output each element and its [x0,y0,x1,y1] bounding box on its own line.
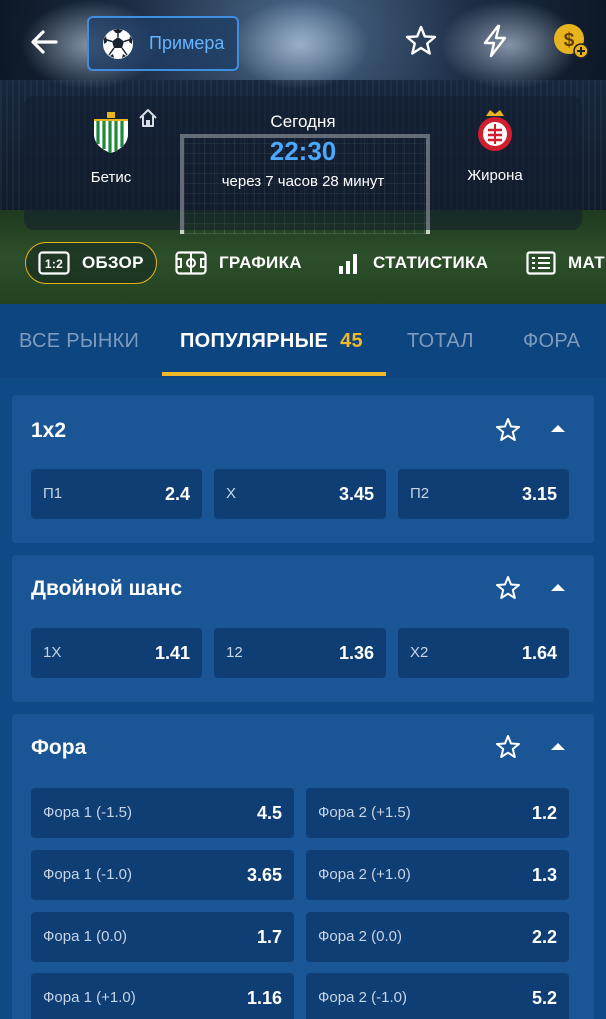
odd-cell[interactable]: 1X 1.41 [31,628,202,678]
odd-cell[interactable]: Фора 1 (-1.5) 4.5 [31,788,294,838]
odd-value: 2.4 [164,484,190,504]
match-subnav: 1:2 ОБЗОР ГРАФИКА СТАТИСТИКА МАТ [0,238,606,288]
collapse-caret-icon[interactable] [549,422,567,434]
top-bar: Примера $ [0,0,606,84]
away-team-name: Жирона [467,167,523,184]
odd-value: 3.45 [338,484,374,504]
subnav-overview-label: ОБЗОР [82,253,144,272]
match-info: Сегодня 22:30 через 7 часов 28 минут [180,112,426,190]
odd-value: 1.3 [531,865,557,885]
match-time: 22:30 [269,136,337,166]
market-double-chance: Двойной шанс 1X 1.41 12 1.36 X2 1.64 [12,555,594,702]
tab-popular[interactable]: ПОПУЛЯРНЫЕ 45 [180,304,363,378]
odd-label: Фора 1 (-1.0) [43,866,132,883]
tab-count-badge: 45 [340,329,363,352]
active-tab-indicator [162,372,386,376]
market-title: Фора [31,736,87,759]
market-title: 1x2 [31,419,67,442]
favorite-star-icon[interactable] [404,24,438,58]
svg-text:1:2: 1:2 [45,257,63,271]
odd-label: 12 [226,644,243,661]
svg-text:$: $ [564,30,575,51]
match-day: Сегодня [270,112,336,131]
subnav-statistics-label: СТАТИСТИКА [373,253,489,272]
odd-label: Фора 1 (+1.0) [43,989,136,1006]
star-icon[interactable] [495,734,521,760]
subnav-graphics-label: ГРАФИКА [219,253,302,272]
odd-label: X [226,485,237,502]
odd-cell[interactable]: Фора 1 (-1.0) 3.65 [31,850,294,900]
score-1-2-icon: 1:2 [38,251,70,275]
tab-label: ФОРА [523,329,581,352]
market-tabs: ВСЕ РЫНКИ ПОПУЛЯРНЫЕ 45 ТОТАЛ ФОРА [0,304,606,378]
odd-value: 4.5 [256,803,282,823]
odd-label: П2 [410,485,430,502]
market-1x2: 1x2 П1 2.4 X 3.45 П2 3.15 [12,395,594,543]
match-countdown: через 7 часов 28 минут [221,173,385,190]
odd-label: X2 [410,644,429,661]
subnav-matches-label: МАТ [568,253,605,272]
soccer-ball-icon [103,28,133,59]
coin-plus-icon[interactable]: $ [552,22,590,60]
field-icon [175,251,207,275]
tab-total[interactable]: ТОТАЛ [407,304,474,378]
odd-cell[interactable]: П2 3.15 [398,469,569,519]
odd-value: 1.2 [531,803,557,823]
subnav-graphics[interactable]: ГРАФИКА [175,242,302,284]
away-team[interactable]: Жирона [435,108,555,184]
odd-value: 5.2 [531,988,557,1008]
odd-cell[interactable]: 12 1.36 [214,628,386,678]
star-icon[interactable] [495,417,521,443]
odd-label: Фора 1 (0.0) [43,928,127,945]
home-icon [139,109,157,127]
odd-cell[interactable]: П1 2.4 [31,469,202,519]
league-button[interactable]: Примера [87,16,239,71]
odd-cell[interactable]: X2 1.64 [398,628,569,678]
subnav-statistics[interactable]: СТАТИСТИКА [337,242,488,284]
back-arrow-icon[interactable] [26,24,62,60]
odd-label: Фора 2 (+1.5) [318,804,411,821]
star-icon[interactable] [495,575,521,601]
subnav-matches[interactable]: МАТ [526,242,605,284]
market-handicap: Фора Фора 1 (-1.5) 4.5 Фора 2 (+1.5) 1.2… [12,714,594,1019]
market-title: Двойной шанс [31,577,183,600]
bar-chart-icon [339,254,357,274]
odd-cell[interactable]: Фора 1 (0.0) 1.7 [31,912,294,962]
betis-crest-icon [94,112,128,153]
odd-label: Фора 1 (-1.5) [43,804,132,821]
odd-value: 2.2 [531,927,557,947]
odd-value: 1.36 [338,643,374,663]
list-icon [526,251,556,275]
odd-cell[interactable]: Фора 2 (-1.0) 5.2 [306,973,569,1019]
odd-cell[interactable]: Фора 2 (0.0) 2.2 [306,912,569,962]
odd-value: 1.16 [246,988,282,1008]
lightning-icon[interactable] [478,24,512,58]
odd-value: 1.7 [256,927,282,947]
girona-crest-icon [478,110,512,151]
odd-value: 1.64 [521,643,557,663]
collapse-caret-icon[interactable] [549,740,567,752]
odd-cell[interactable]: X 3.45 [214,469,386,519]
odd-value: 3.65 [246,865,282,885]
match-hero: Примера $ Бетис Сегодня 22:30 через 7 ча… [0,0,606,304]
odd-cell[interactable]: Фора 2 (+1.0) 1.3 [306,850,569,900]
odd-cell[interactable]: Фора 1 (+1.0) 1.16 [31,973,294,1019]
tab-label: ТОТАЛ [407,329,474,352]
tab-all-markets[interactable]: ВСЕ РЫНКИ [19,304,139,378]
odd-label: Фора 2 (+1.0) [318,866,411,883]
odd-value: 1.41 [154,643,190,663]
odd-label: Фора 2 (-1.0) [318,989,407,1006]
tab-label: ПОПУЛЯРНЫЕ [180,329,329,352]
subnav-overview[interactable]: 1:2 ОБЗОР [25,242,157,284]
odd-label: Фора 2 (0.0) [318,928,402,945]
odd-label: П1 [43,485,63,502]
odd-value: 3.15 [521,484,557,504]
odd-label: 1X [43,644,62,661]
league-label: Примера [149,33,225,53]
collapse-caret-icon[interactable] [549,581,567,593]
home-team-name: Бетис [90,169,132,186]
tab-label: ВСЕ РЫНКИ [19,329,140,352]
tab-handicap[interactable]: ФОРА [523,304,580,378]
odd-cell[interactable]: Фора 2 (+1.5) 1.2 [306,788,569,838]
